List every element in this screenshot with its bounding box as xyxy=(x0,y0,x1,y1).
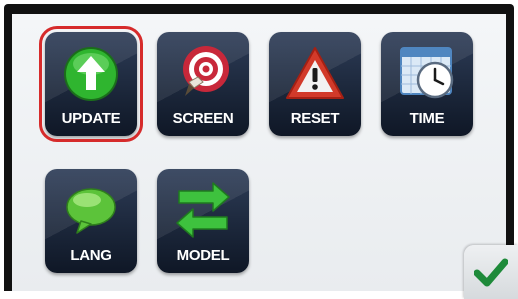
reset-tile[interactable]: RESET xyxy=(269,32,361,136)
warning-triangle-icon xyxy=(286,47,344,99)
update-label: UPDATE xyxy=(61,110,121,127)
settings-screen: UPDATE SCREEN RESET TIME LANG MODEL xyxy=(12,14,518,299)
update-tile[interactable]: UPDATE xyxy=(39,26,143,142)
model-label: MODEL xyxy=(176,247,230,264)
speech-bubble-icon xyxy=(66,188,116,234)
checkmark-icon xyxy=(474,258,508,287)
lang-label: LANG xyxy=(70,247,112,264)
clock-calendar-icon xyxy=(400,47,454,99)
model-tile[interactable]: MODEL xyxy=(157,169,249,273)
screen-calibration-icon xyxy=(183,46,229,96)
update-arrow-icon xyxy=(64,47,118,101)
lang-tile[interactable]: LANG xyxy=(45,169,137,273)
screen-tile[interactable]: SCREEN xyxy=(157,32,249,136)
swap-arrows-icon xyxy=(176,182,230,238)
time-tile[interactable]: TIME xyxy=(381,32,473,136)
screen-label: SCREEN xyxy=(172,110,234,127)
time-label: TIME xyxy=(409,110,445,127)
reset-label: RESET xyxy=(290,110,340,127)
